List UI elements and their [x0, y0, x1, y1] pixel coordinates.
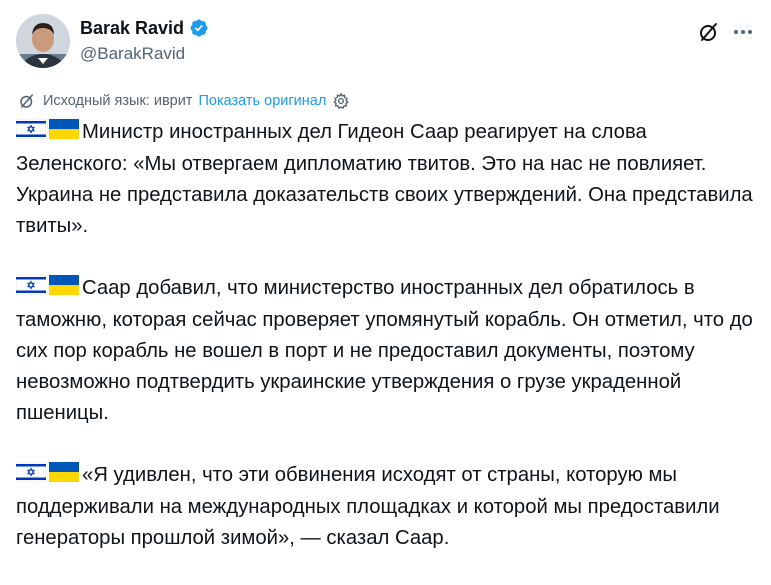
- tweet-paragraph-1: Министр иностранных дел Гидеон Саар реаг…: [15, 117, 756, 242]
- translate-icon: [18, 92, 36, 110]
- handle[interactable]: @BarakRavid: [80, 42, 209, 66]
- paragraph-text: «Я удивлен, что эти обвинения исходят от…: [16, 464, 720, 549]
- source-language-label: Исходный язык: иврит: [43, 93, 193, 109]
- israel-flag-icon: [15, 461, 47, 492]
- tweet-body: Министр иностранных дел Гидеон Саар реаг…: [15, 117, 756, 585]
- ukraine-flag-icon: [49, 274, 79, 305]
- ukraine-flag-icon: [49, 461, 79, 492]
- tweet-paragraph-3: «Я удивлен, что эти обвинения исходят от…: [15, 460, 756, 554]
- translation-bar: Исходный язык: иврит Показать оригинал: [18, 91, 350, 111]
- grok-icon[interactable]: [697, 20, 721, 44]
- paragraph-text: Министр иностранных дел Гидеон Саар реаг…: [16, 121, 753, 237]
- show-original-link[interactable]: Показать оригинал: [198, 93, 326, 109]
- display-name[interactable]: Barak Ravid: [80, 16, 184, 40]
- paragraph-text: Саар добавил, что министерство иностранн…: [16, 277, 753, 424]
- israel-flag-icon: [15, 118, 47, 149]
- ukraine-flag-icon: [49, 118, 79, 149]
- verified-badge-icon: [189, 18, 209, 38]
- settings-gear-icon[interactable]: [332, 92, 350, 110]
- israel-flag-icon: [15, 274, 47, 305]
- more-icon[interactable]: [731, 20, 755, 44]
- tweet-paragraph-2: Саар добавил, что министерство иностранн…: [15, 273, 756, 429]
- avatar[interactable]: [16, 14, 70, 68]
- tweet-header: Barak Ravid @BarakRavid: [16, 14, 755, 70]
